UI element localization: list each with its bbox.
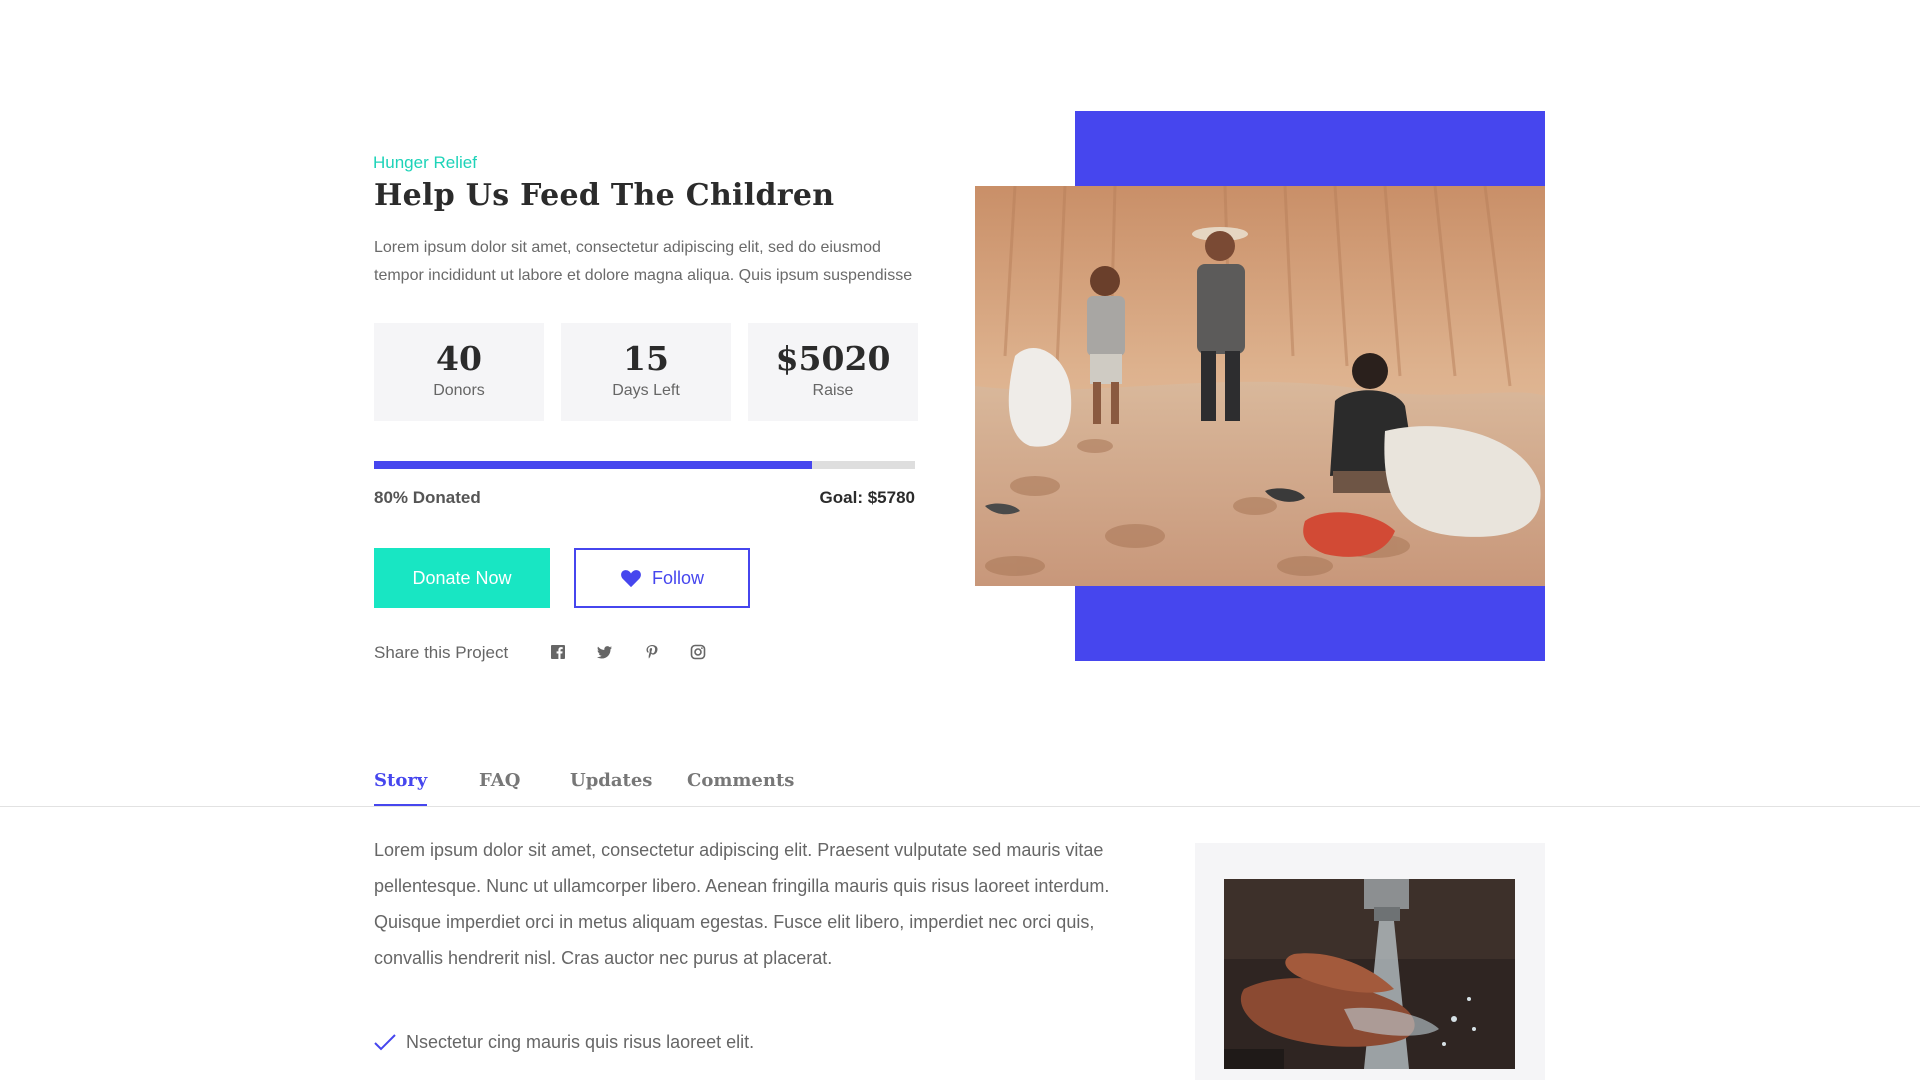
follow-label: Follow — [651, 567, 704, 588]
tab-comments[interactable]: Comments — [687, 770, 794, 804]
donation-progress-fill — [374, 461, 813, 469]
stat-value: 15 — [623, 339, 669, 378]
stat-raise: $5020 Raise — [748, 323, 918, 421]
checklist-item: Nsectetur cing mauris quis risus laoreet… — [374, 1032, 754, 1053]
stat-value: $5020 — [775, 339, 891, 378]
stat-value: 40 — [436, 339, 482, 378]
children-collecting-photo — [975, 186, 1545, 586]
heart-icon — [621, 570, 641, 588]
instagram-icon[interactable] — [690, 644, 708, 662]
stat-label: Days Left — [612, 382, 680, 399]
follow-button[interactable]: Follow — [574, 548, 750, 608]
donated-percentage: 80% Donated — [374, 488, 481, 507]
tab-updates[interactable]: Updates — [570, 770, 652, 804]
twitter-icon[interactable] — [597, 644, 615, 662]
checklist-item-text: Nsectetur cing mauris quis risus laoreet… — [406, 1032, 755, 1052]
donate-now-button[interactable]: Donate Now — [374, 548, 550, 608]
water-hands-photo — [1224, 879, 1515, 1069]
donate-now-label: Donate Now — [412, 567, 512, 588]
facebook-icon[interactable] — [550, 644, 568, 662]
tab-story[interactable]: Story — [374, 770, 428, 806]
campaign-title: Help Us Feed The Children — [374, 178, 835, 213]
content-tabs: Story FAQ Updates Comments — [0, 760, 1920, 807]
checkmark-icon — [374, 1033, 396, 1050]
donation-progress-bar — [374, 461, 915, 469]
pinterest-icon[interactable] — [644, 644, 662, 662]
share-label: Share this Project — [374, 643, 509, 662]
story-paragraph: Lorem ipsum dolor sit amet, consectetur … — [374, 840, 1110, 968]
campaign-description: Lorem ipsum dolor sit amet, consectetur … — [374, 239, 913, 284]
stat-days-left: 15 Days Left — [561, 323, 731, 421]
stat-label: Donors — [433, 382, 485, 399]
stat-label: Raise — [812, 382, 854, 399]
campaign-category[interactable]: Hunger Relief — [373, 153, 477, 173]
tab-faq[interactable]: FAQ — [479, 770, 520, 804]
stat-donors: 40 Donors — [374, 323, 544, 421]
donation-goal: Goal: $5780 — [819, 488, 915, 507]
